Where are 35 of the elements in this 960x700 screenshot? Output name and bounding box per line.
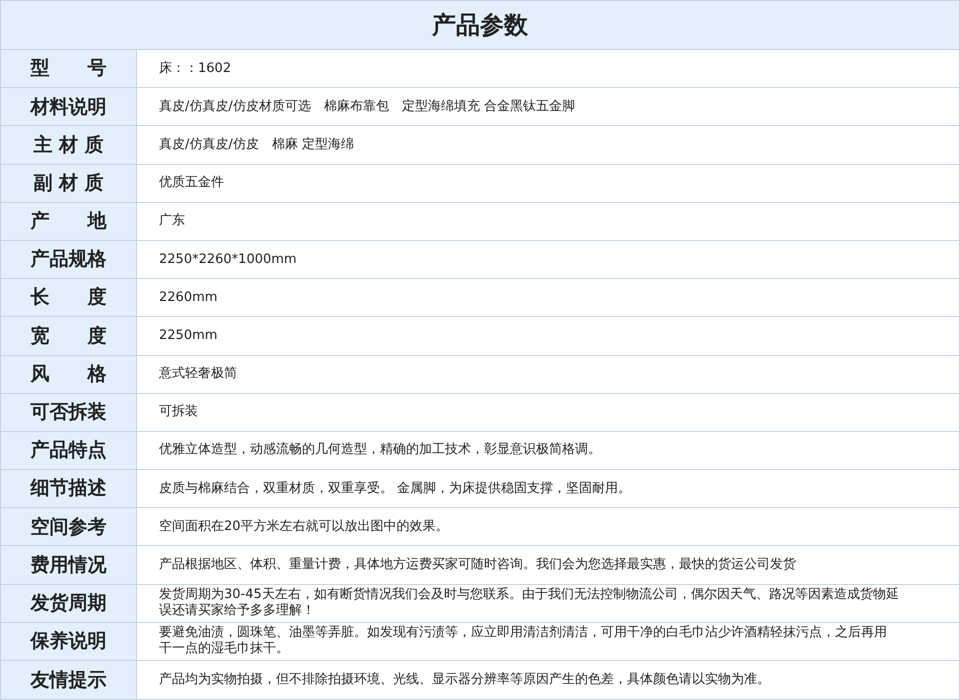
row-label: 产 地: [1, 202, 137, 240]
row-label: 宽 度: [1, 317, 137, 354]
row-value: 产品根据地区、体积、重量计费，具体地方运费买家可随时咨询。我们会为您选择最实惠，最快的货运公司发货: [159, 557, 796, 574]
row-value: 床：：1602: [159, 60, 232, 77]
row-value: 皮质与棉麻结合，双重材质，双重享受。 金属脚，为床提供稳固支撑，坚固耐用。: [159, 480, 632, 497]
row-label: 保养说明: [1, 622, 137, 660]
row-value: 意式轻奢极简: [159, 366, 237, 382]
row-label: 产品规格: [1, 240, 137, 278]
row-label: 型 号: [1, 50, 137, 88]
row-label: 友情提示: [1, 661, 137, 700]
row-value: 真皮/仿真皮/仿皮材质可选 棉麻布靠包 定型海绵填充 合金黑钛五金脚: [159, 98, 575, 115]
row-value: 优质五金件: [159, 175, 224, 192]
row-label: 费用情况: [1, 546, 137, 584]
row-value: 2250*2260*1000mm: [159, 252, 297, 268]
row-value: 优雅立体造型，动感流畅的几何造型，精确的加工技术，彰显意识极简格调。: [159, 442, 601, 458]
row-value: 2250mm: [159, 328, 218, 344]
row-label: 风 格: [1, 356, 137, 393]
table-title: 产品参数: [1, 1, 959, 50]
row-value: 广东: [159, 213, 185, 230]
row-value: 发货周期为30-45天左右，如有断货情况我们会及时与您联系。由于我们无法控制物流公司，偶尔因天气、路况等因素造成货物延误还请买家给予多多理解！: [159, 587, 899, 620]
row-label: 可否拆装: [1, 394, 137, 431]
row-label: 产品特点: [1, 432, 137, 470]
row-value: 要避免油渍，圆珠笔、油墨等弄脏。如发现有污渍等，应立即用清洁剂清洁，可用干净的白毛巾沾少许酒精轻抹污点，之后再用干一点的湿毛巾抹干。: [159, 625, 888, 658]
row-value: 产品均为实物拍摄，但不排除拍摄环境、光线、显示器分辨率等原因产生的色差，具体颜色请以实物为准。: [159, 672, 770, 688]
row-label: 发货周期: [1, 584, 137, 622]
row-label: 主 材 质: [1, 126, 137, 164]
row-label: 副 材 质: [1, 164, 137, 202]
row-label: 长 度: [1, 279, 137, 316]
row-label: 材料说明: [1, 88, 137, 126]
row-value: 空间面积在20平方米左右就可以放出图中的效果。: [159, 518, 449, 535]
row-value: 2260mm: [159, 290, 218, 306]
row-label: 空间参考: [1, 508, 137, 546]
row-value: 可拆装: [159, 404, 198, 420]
row-label: 细节描述: [1, 470, 137, 508]
row-value: 真皮/仿真皮/仿皮 棉麻 定型海绵: [159, 136, 354, 153]
